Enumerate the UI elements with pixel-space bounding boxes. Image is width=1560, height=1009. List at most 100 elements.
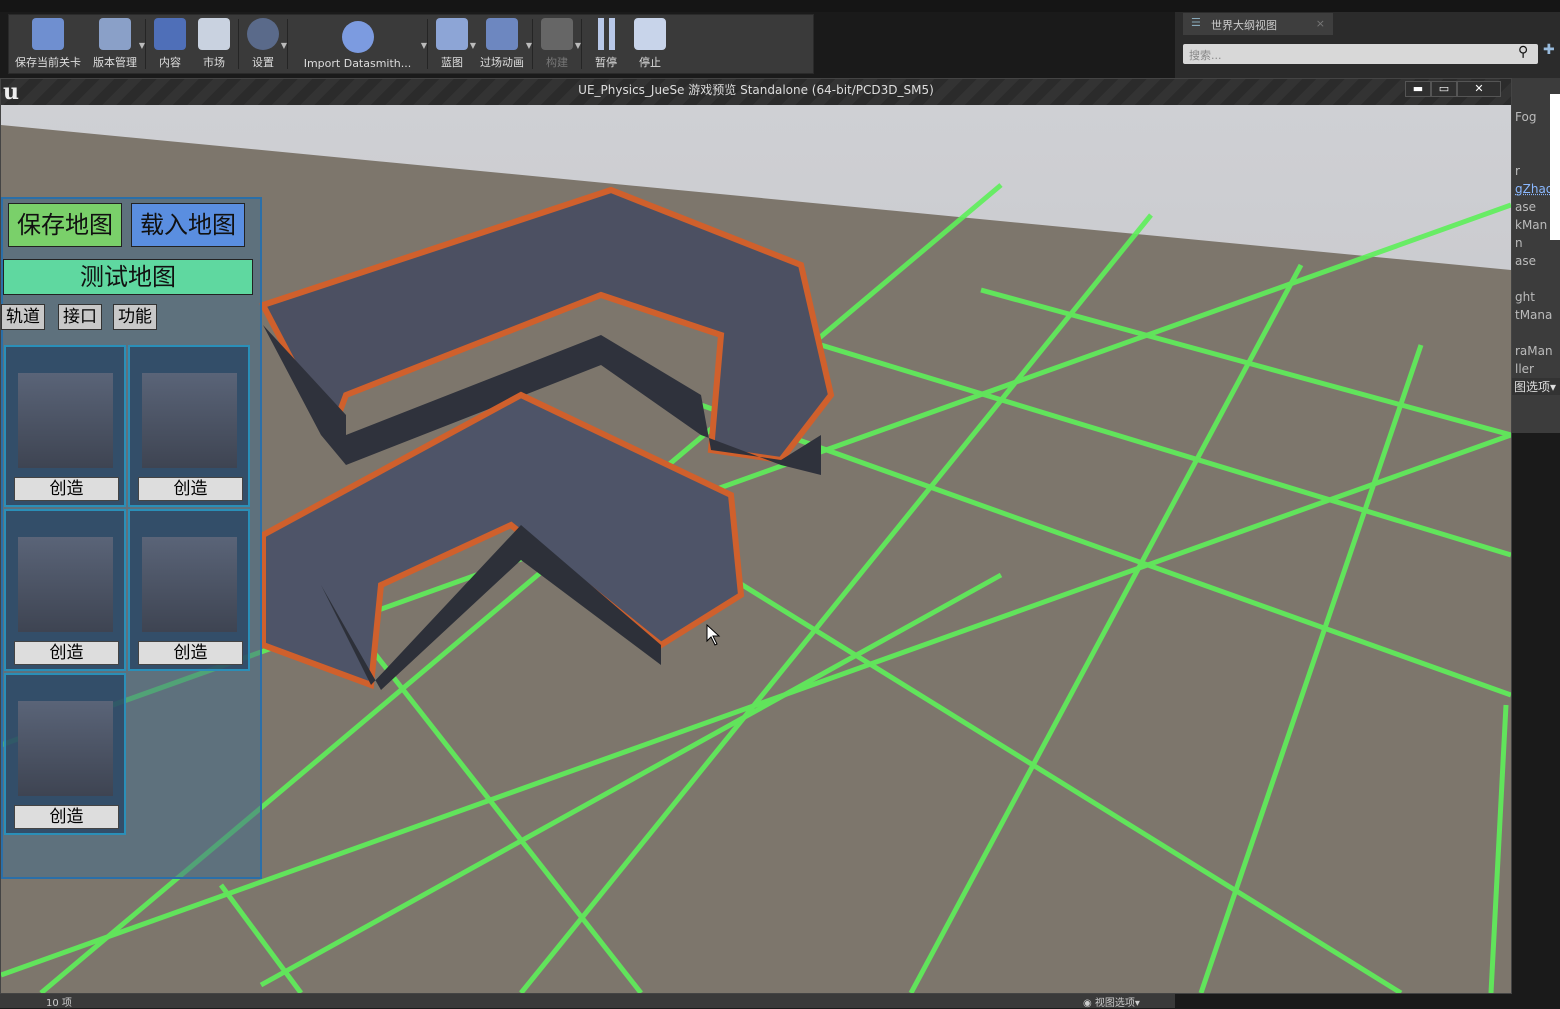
- tab-function[interactable]: 功能: [113, 304, 157, 330]
- label: 停止: [639, 56, 661, 69]
- search-icon[interactable]: ⚲: [1518, 44, 1528, 60]
- content-icon: [154, 18, 186, 50]
- view-options-button[interactable]: ◉ 视图选项▾: [1083, 994, 1140, 1009]
- list-item[interactable]: tMana: [1515, 308, 1552, 322]
- build-icon: [541, 18, 573, 50]
- track-tile-curve: 创造: [128, 345, 250, 507]
- label: 保存当前关卡: [15, 56, 81, 69]
- outliner-list-fragment: Fog r gZhao ase kMan n ase ght tMana raM…: [1512, 78, 1560, 433]
- track-thumbnail: [142, 537, 237, 632]
- label: 版本管理: [93, 56, 137, 69]
- save-map-button[interactable]: 保存地图: [8, 203, 122, 247]
- source-control-icon: [99, 18, 131, 50]
- dropdown-icon[interactable]: ▼: [575, 41, 581, 50]
- dropdown-icon[interactable]: ▼: [526, 41, 532, 50]
- dropdown-icon[interactable]: ▼: [281, 41, 287, 50]
- track-thumbnail: [142, 373, 237, 468]
- label: 内容: [159, 56, 181, 69]
- separator: [427, 19, 428, 69]
- tab-label: 世界大纲视图: [1211, 19, 1277, 32]
- separator: [532, 19, 533, 69]
- list-item[interactable]: ller: [1515, 362, 1534, 376]
- track-tile-end: 创造: [4, 673, 126, 835]
- create-button[interactable]: 创造: [14, 477, 119, 501]
- separator: [287, 19, 288, 69]
- outliner-search-input[interactable]: 搜索...: [1183, 44, 1538, 64]
- game-preview-window: u UE_Physics_JueSe 游戏预览 Standalone (64-b…: [0, 78, 1512, 994]
- game-viewport[interactable]: 保存地图 载入地图 测试地图 轨道 接口 功能 创造 创造 创造 创造 创造: [1, 105, 1511, 993]
- label: 图选项: [1514, 380, 1551, 394]
- view-options-button[interactable]: 图选项▾: [1512, 378, 1560, 395]
- list-item[interactable]: raMan: [1515, 344, 1553, 358]
- map-editor-panel: 保存地图 载入地图 测试地图 轨道 接口 功能 创造 创造 创造 创造 创造: [1, 197, 262, 879]
- marketplace-button[interactable]: 市场: [192, 15, 236, 73]
- gear-icon: [247, 18, 279, 50]
- top-strip: [0, 0, 1560, 12]
- test-map-button[interactable]: 测试地图: [3, 259, 253, 295]
- label: 设置: [252, 56, 274, 69]
- close-tab-icon[interactable]: ×: [1316, 17, 1325, 30]
- label: 过场动画: [480, 56, 524, 69]
- blueprint-icon: [436, 18, 468, 50]
- import-datasmith-button[interactable]: Import Datasmith... ▼: [290, 15, 427, 73]
- main-toolbar: 保存当前关卡 版本管理 ▼ 内容 市场 设置 ▼ Import Datasmith.…: [8, 14, 814, 74]
- label: 蓝图: [441, 56, 463, 69]
- label: 视图选项: [1094, 998, 1135, 1009]
- create-button[interactable]: 创造: [14, 641, 119, 665]
- pause-icon: [590, 18, 622, 50]
- clapperboard-icon: [486, 18, 518, 50]
- save-level-button[interactable]: 保存当前关卡: [9, 15, 87, 73]
- cinematics-button[interactable]: 过场动画 ▼: [474, 15, 532, 73]
- label: 构建: [546, 56, 568, 69]
- list-item[interactable]: Fog: [1515, 110, 1536, 124]
- datasmith-icon: [341, 21, 374, 53]
- tab-world-outliner[interactable]: ☰ 世界大纲视图 ×: [1183, 13, 1333, 35]
- create-button[interactable]: 创造: [138, 477, 243, 501]
- stop-button[interactable]: 停止: [628, 15, 672, 73]
- add-icon[interactable]: ✚: [1543, 42, 1555, 58]
- list-item[interactable]: gZhao: [1515, 182, 1553, 196]
- track-thumbnail: [18, 537, 113, 632]
- blueprints-button[interactable]: 蓝图 ▼: [430, 15, 476, 73]
- status-bar: 10 项 ◉ 视图选项▾: [0, 994, 1175, 1009]
- scrollbar[interactable]: [1550, 94, 1560, 240]
- label: 市场: [203, 56, 225, 69]
- list-item[interactable]: ase: [1515, 200, 1536, 214]
- pause-button[interactable]: 暂停: [584, 15, 628, 73]
- window-title-bar[interactable]: u UE_Physics_JueSe 游戏预览 Standalone (64-b…: [1, 79, 1511, 105]
- eye-icon: ◉: [1083, 998, 1092, 1009]
- item-count: 10 项: [46, 998, 72, 1009]
- separator: [145, 19, 146, 69]
- marketplace-icon: [198, 18, 230, 50]
- window-title: UE_Physics_JueSe 游戏预览 Standalone (64-bit…: [578, 83, 934, 97]
- list-item[interactable]: kMan: [1515, 218, 1547, 232]
- load-map-button[interactable]: 载入地图: [131, 203, 245, 247]
- minimize-button[interactable]: ▬: [1405, 81, 1431, 97]
- track-thumbnail: [18, 373, 113, 468]
- label: Import Datasmith...: [303, 57, 412, 70]
- close-button[interactable]: ✕: [1457, 81, 1501, 97]
- settings-button[interactable]: 设置 ▼: [241, 15, 287, 73]
- stop-icon: [634, 18, 666, 50]
- track-tile-corner: 创造: [4, 345, 126, 507]
- content-button[interactable]: 内容: [148, 15, 192, 73]
- source-control-button[interactable]: 版本管理 ▼: [87, 15, 145, 73]
- build-button[interactable]: 构建 ▼: [535, 15, 581, 73]
- dropdown-icon[interactable]: ▼: [421, 41, 427, 50]
- maximize-button[interactable]: ▭: [1431, 81, 1457, 97]
- list-item[interactable]: r: [1515, 164, 1520, 178]
- list-item[interactable]: ght: [1515, 290, 1535, 304]
- list-item[interactable]: ase: [1515, 254, 1536, 268]
- tab-connector[interactable]: 接口: [58, 304, 102, 330]
- save-icon: [32, 18, 64, 50]
- world-outliner: ☰ 世界大纲视图 × 搜索... ⚲ ✚: [1175, 12, 1560, 82]
- separator: [238, 19, 239, 69]
- dropdown-icon[interactable]: ▼: [139, 41, 145, 50]
- label: 暂停: [595, 56, 617, 69]
- tab-track[interactable]: 轨道: [1, 304, 45, 330]
- list-icon: ☰: [1191, 16, 1201, 29]
- list-item[interactable]: n: [1515, 236, 1523, 250]
- create-button[interactable]: 创造: [138, 641, 243, 665]
- create-button[interactable]: 创造: [14, 805, 119, 829]
- separator: [581, 19, 582, 69]
